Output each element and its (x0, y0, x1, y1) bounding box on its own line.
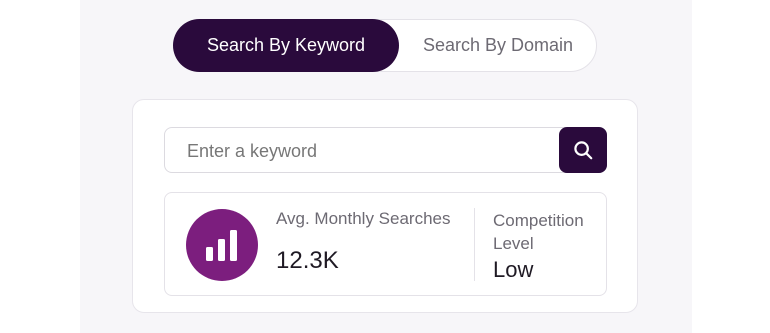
monthly-searches-value: 12.3K (276, 247, 339, 274)
bar-chart-icon (206, 230, 237, 261)
tab-search-by-domain[interactable]: Search By Domain (399, 19, 597, 72)
competition-level-value: Low (493, 257, 534, 282)
competition-level-label: Competition Level (493, 211, 584, 253)
monthly-searches-label: Avg. Monthly Searches (276, 209, 451, 228)
search-field[interactable] (164, 127, 607, 174)
search-button[interactable] (559, 127, 607, 173)
stats-divider (474, 208, 475, 281)
search-icon (574, 141, 593, 160)
stat-icon-badge (186, 209, 258, 281)
search-mode-tabs: Search By Keyword Search By Domain (173, 19, 597, 72)
search-input[interactable] (185, 128, 549, 174)
tab-search-by-keyword[interactable]: Search By Keyword (173, 19, 399, 72)
